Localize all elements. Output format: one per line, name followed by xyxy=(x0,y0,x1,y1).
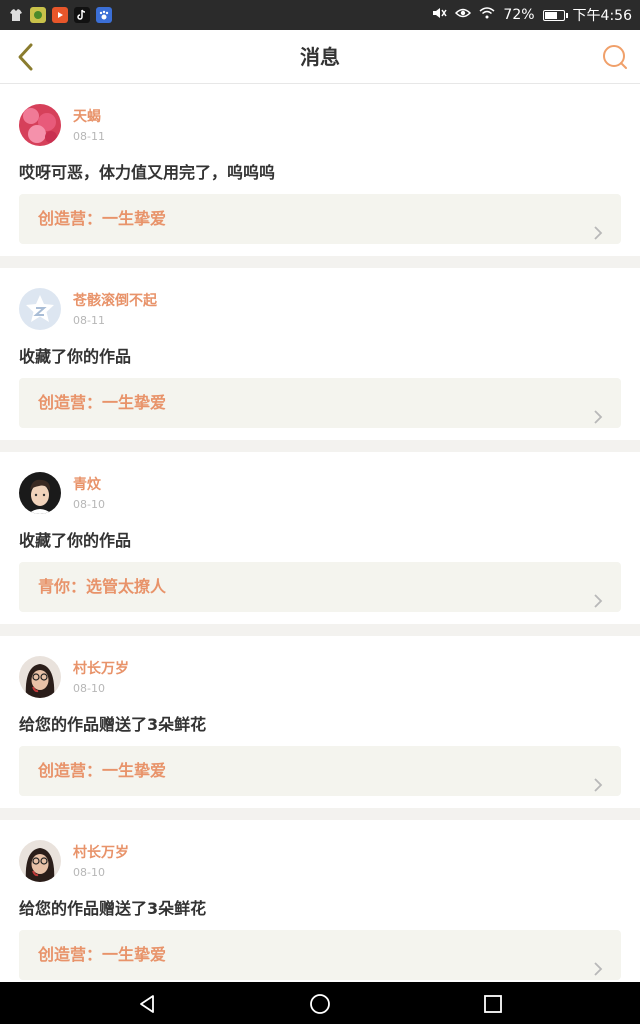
girl-glasses-avatar[interactable] xyxy=(19,840,61,882)
username[interactable]: 村长万岁 xyxy=(73,842,129,862)
wifi-icon xyxy=(479,7,495,23)
home-circle-icon[interactable] xyxy=(309,993,331,1015)
message-date: 08-11 xyxy=(73,314,105,327)
page-title: 消息 xyxy=(300,45,340,69)
chevron-right-icon xyxy=(593,763,603,792)
message-text: 给您的作品赠送了3朵鲜花 xyxy=(19,715,207,734)
cartoon-boy-avatar[interactable] xyxy=(19,472,61,514)
app-header: 消息 xyxy=(0,30,640,84)
pink-flower-avatar[interactable] xyxy=(19,104,61,146)
mute-icon xyxy=(431,6,448,24)
username[interactable]: 村长万岁 xyxy=(73,658,129,678)
username[interactable]: 天蝎 xyxy=(73,106,101,126)
message-date: 08-10 xyxy=(73,498,105,511)
message-card: 天蝎 08-11 哎呀可恶，体力值又用完了，呜呜呜 创造营：一生挚爱 xyxy=(0,84,640,256)
video-app-icon xyxy=(52,7,68,23)
work-title: 青你：选管太撩人 xyxy=(38,577,167,596)
work-link[interactable]: 创造营：一生挚爱 xyxy=(19,746,621,796)
work-link[interactable]: 创造营：一生挚爱 xyxy=(19,930,621,980)
message-card: 村长万岁 08-10 给您的作品赠送了3朵鲜花 创造营：一生挚爱 xyxy=(0,820,640,982)
back-triangle-icon[interactable] xyxy=(136,993,158,1015)
chevron-right-icon xyxy=(593,211,603,240)
paw-icon xyxy=(96,7,112,23)
work-link[interactable]: 创造营：一生挚爱 xyxy=(19,194,621,244)
message-card: 苍骸滚倒不起 08-11 收藏了你的作品 创造营：一生挚爱 xyxy=(0,268,640,440)
work-title: 创造营：一生挚爱 xyxy=(38,393,167,412)
search-icon[interactable] xyxy=(602,44,628,70)
work-link[interactable]: 创造营：一生挚爱 xyxy=(19,378,621,428)
message-list[interactable]: 天蝎 08-11 哎呀可恶，体力值又用完了，呜呜呜 创造营：一生挚爱 苍骸滚倒不… xyxy=(0,84,640,982)
message-date: 08-11 xyxy=(73,130,105,143)
status-app-icons xyxy=(8,7,112,23)
work-title: 创造营：一生挚爱 xyxy=(38,761,167,780)
battery-icon xyxy=(542,9,568,21)
work-link[interactable]: 青你：选管太撩人 xyxy=(19,562,621,612)
chevron-right-icon xyxy=(593,395,603,424)
system-nav-bar xyxy=(0,982,640,1024)
status-right: 72% 下午4:56 xyxy=(431,5,632,25)
message-text: 收藏了你的作品 xyxy=(19,531,132,550)
eye-icon xyxy=(455,7,472,23)
girl-glasses-avatar[interactable] xyxy=(19,656,61,698)
username[interactable]: 苍骸滚倒不起 xyxy=(73,290,157,310)
shirt-icon xyxy=(8,7,24,23)
message-text: 给您的作品赠送了3朵鲜花 xyxy=(19,899,207,918)
message-card: 青炆 08-10 收藏了你的作品 青你：选管太撩人 xyxy=(0,452,640,624)
status-time: 下午4:56 xyxy=(572,8,632,24)
chevron-right-icon xyxy=(593,947,603,976)
message-text: 收藏了你的作品 xyxy=(19,347,132,366)
work-title: 创造营：一生挚爱 xyxy=(38,209,167,228)
recents-square-icon[interactable] xyxy=(482,993,504,1015)
status-bar: 72% 下午4:56 xyxy=(0,0,640,30)
tiktok-icon xyxy=(74,7,90,23)
work-title: 创造营：一生挚爱 xyxy=(38,945,167,964)
battery-fill xyxy=(544,11,557,19)
message-date: 08-10 xyxy=(73,682,105,695)
app-icon-green xyxy=(30,7,46,23)
battery-percent: 72% xyxy=(503,7,535,23)
chevron-right-icon xyxy=(593,579,603,608)
message-date: 08-10 xyxy=(73,866,105,879)
message-card: 村长万岁 08-10 给您的作品赠送了3朵鲜花 创造营：一生挚爱 xyxy=(0,636,640,808)
username[interactable]: 青炆 xyxy=(73,474,101,494)
message-text: 哎呀可恶，体力值又用完了，呜呜呜 xyxy=(19,163,276,182)
default-star-avatar[interactable] xyxy=(19,288,61,330)
